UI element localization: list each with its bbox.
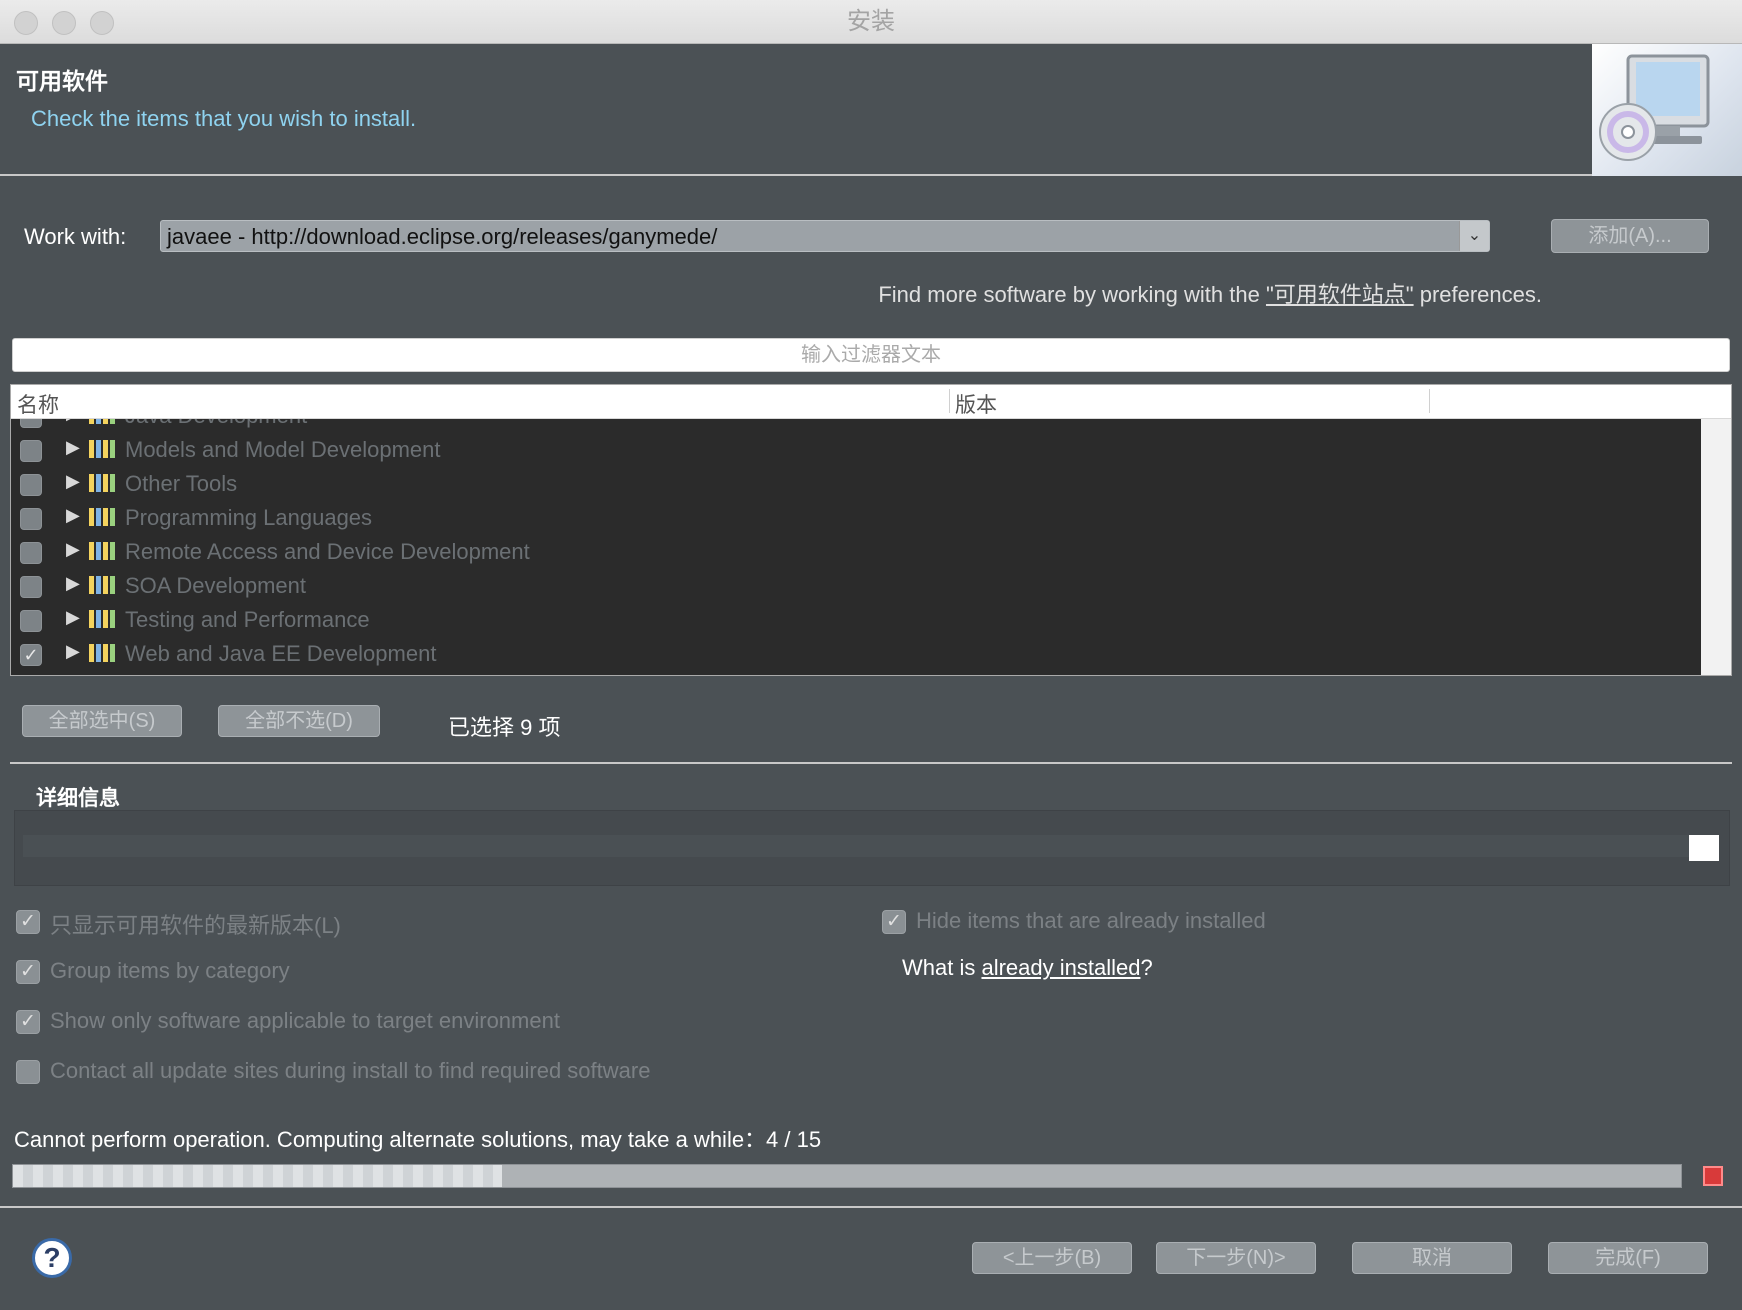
expand-arrow-icon[interactable]: ▶ [66, 437, 80, 458]
selection-count: 已选择 9 项 [448, 715, 561, 740]
tree-row[interactable]: ▶ Remote Access and Device Development [11, 535, 1701, 569]
select-all-button[interactable]: 全部选中(S) [22, 705, 182, 737]
tree-row[interactable]: ▶ Programming Languages [11, 501, 1701, 535]
tree-row[interactable]: ▶ Other Tools [11, 467, 1701, 501]
work-with-combo[interactable]: javaee - http://download.eclipse.org/rel… [160, 220, 1490, 252]
wizard-banner: 可用软件 Check the items that you wish to in… [0, 44, 1742, 176]
filter-input[interactable]: 输入过滤器文本 [12, 338, 1730, 372]
column-separator[interactable] [949, 389, 950, 413]
page-title: 可用软件 [16, 68, 108, 94]
checkbox[interactable]: ✓ [16, 1010, 40, 1034]
progress-bar [12, 1164, 1682, 1188]
tree-row-checkbox[interactable]: ✓ [20, 644, 42, 666]
category-icon [89, 419, 117, 424]
finish-button[interactable]: 完成(F) [1548, 1242, 1708, 1274]
checkbox[interactable]: ✓ [882, 910, 906, 934]
window-title: 安装 [847, 8, 895, 35]
category-icon [89, 508, 117, 526]
tree-row-checkbox[interactable] [20, 508, 42, 530]
expand-arrow-icon[interactable]: ▶ [66, 641, 80, 662]
expand-arrow-icon[interactable]: ▶ [66, 607, 80, 628]
divider [0, 1206, 1742, 1208]
column-separator[interactable] [1429, 389, 1430, 413]
details-text-area [23, 835, 1693, 857]
stop-icon[interactable] [1703, 1166, 1723, 1186]
expand-arrow-icon[interactable]: ▶ [66, 419, 80, 424]
tree-row[interactable]: ▶ Models and Model Development [11, 433, 1701, 467]
column-header-name[interactable]: 名称 [17, 389, 59, 419]
page-message: Check the items that you wish to install… [31, 106, 417, 131]
category-icon [89, 610, 117, 628]
details-title: 详细信息 [36, 787, 120, 810]
category-icon [89, 644, 117, 662]
category-icon [89, 576, 117, 594]
tree-row-label: SOA Development [125, 573, 306, 598]
checkbox[interactable] [16, 1060, 40, 1084]
tree-body: ▶ Java Development ▶ Models and Model Devel… [11, 419, 1701, 675]
expand-arrow-icon[interactable]: ▶ [66, 573, 80, 594]
help-icon[interactable]: ? [32, 1238, 72, 1278]
category-icon [89, 542, 117, 560]
tree-row-checkbox[interactable] [20, 419, 42, 428]
already-installed-link[interactable]: already installed [981, 955, 1140, 980]
tree-row[interactable]: ✓ ▶ Web and Java EE Development [11, 637, 1701, 671]
tree-row[interactable]: ▶ Java Development [11, 419, 1701, 433]
status-message: Cannot perform operation. Computing alte… [14, 1127, 822, 1152]
divider [10, 762, 1732, 764]
category-icon [89, 474, 117, 492]
tree-row-label: Web and Java EE Development [125, 641, 437, 666]
what-is-installed-text: What is already installed? [902, 955, 1153, 980]
progress-fill [13, 1165, 502, 1187]
tree-row-checkbox[interactable] [20, 610, 42, 632]
tree-header: 名称 版本 [11, 385, 1731, 419]
install-computer-icon [1592, 44, 1742, 176]
available-sites-link[interactable]: "可用软件站点" [1266, 282, 1414, 307]
checkbox[interactable]: ✓ [16, 960, 40, 984]
expand-arrow-icon[interactable]: ▶ [66, 505, 80, 526]
category-icon [89, 440, 117, 458]
tree-row[interactable]: ▶ Testing and Performance [11, 603, 1701, 637]
tree-row-label: Testing and Performance [125, 607, 370, 632]
tree-row-label: Programming Languages [125, 505, 373, 530]
expand-arrow-icon[interactable]: ▶ [66, 539, 80, 560]
tree-row[interactable]: ▶ SOA Development [11, 569, 1701, 603]
tree-row-checkbox[interactable] [20, 542, 42, 564]
cancel-button[interactable]: 取消 [1352, 1242, 1512, 1274]
available-software-tree: 名称 版本 ▶ Java Development ▶ Models and Model… [10, 384, 1732, 676]
tree-row-checkbox[interactable] [20, 576, 42, 598]
work-with-label: Work with: [24, 224, 127, 249]
back-button[interactable]: <上一步(B) [972, 1242, 1132, 1274]
column-header-version[interactable]: 版本 [955, 389, 997, 419]
chevron-down-icon[interactable]: ⌄ [1459, 221, 1489, 251]
checkbox[interactable]: ✓ [16, 910, 40, 934]
add-site-button[interactable]: 添加(A)... [1551, 219, 1709, 253]
expand-arrow-icon[interactable]: ▶ [66, 471, 80, 492]
tree-row-label: Models and Model Development [125, 437, 441, 462]
tree-scrollbar[interactable] [1701, 419, 1731, 675]
next-button[interactable]: 下一步(N)> [1156, 1242, 1316, 1274]
deselect-all-button[interactable]: 全部不选(D) [218, 705, 380, 737]
tree-row-checkbox[interactable] [20, 474, 42, 496]
details-panel [14, 810, 1730, 886]
work-with-value: javaee - http://download.eclipse.org/rel… [167, 224, 718, 249]
tree-row-label: Remote Access and Device Development [125, 539, 530, 564]
tree-row-checkbox[interactable] [20, 440, 42, 462]
window-titlebar: 安装 [0, 0, 1742, 44]
details-scrollbar[interactable] [1689, 835, 1719, 861]
tree-row-label: Java Development [125, 419, 307, 429]
find-more-text: Find more software by working with the "… [878, 282, 1542, 307]
tree-row-label: Other Tools [125, 471, 238, 496]
